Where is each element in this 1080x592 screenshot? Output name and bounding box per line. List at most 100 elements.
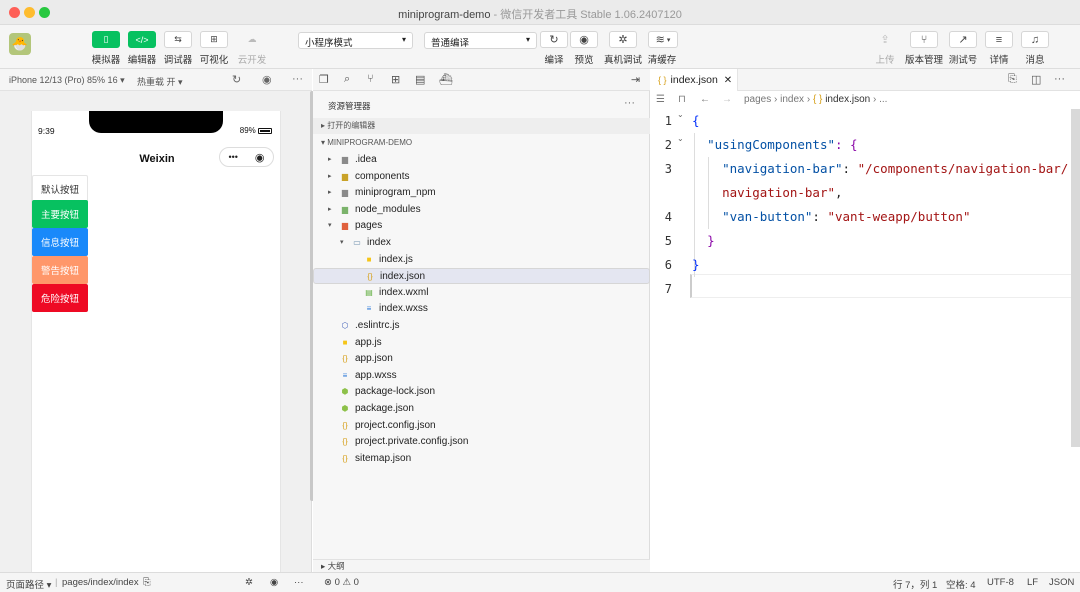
file-tree-item[interactable]: ⬢ package.json <box>313 401 650 417</box>
file-tree-item[interactable]: ⬢ package-lock.json <box>313 384 650 400</box>
copy-icon[interactable]: ⎘ <box>143 577 151 588</box>
window-title: miniprogram-demo - 微信开发者工具 Stable 1.06.2… <box>0 6 1080 22</box>
compile-select[interactable]: 普通编译 ▾ <box>424 32 537 49</box>
bookmark-icon[interactable]: ⊓ <box>678 91 686 109</box>
breadcrumb-file[interactable]: index.json <box>825 94 870 105</box>
language-mode[interactable]: JSON <box>1049 577 1074 588</box>
list-icon[interactable]: ☰ <box>656 91 665 109</box>
editor-scrollbar[interactable] <box>1071 109 1080 447</box>
mode-select[interactable]: 小程序模式 ▾ <box>298 32 413 49</box>
visual-toggle-button[interactable]: ⊞ <box>200 31 228 48</box>
collapse-panel-icon[interactable]: ⇥ <box>631 73 640 86</box>
file-tree-item[interactable]: ▸ ▆ components <box>313 169 650 185</box>
code-line-5: } <box>692 229 715 253</box>
cloud-dev-button[interactable]: ☁ <box>238 31 266 48</box>
user-avatar[interactable]: 🐣 <box>9 33 31 55</box>
chevron-right-icon[interactable]: ▸ <box>328 152 332 168</box>
file-tree-item[interactable]: {} project.config.json <box>313 418 650 434</box>
docker-icon[interactable]: ⛴ <box>439 73 453 86</box>
details-button[interactable]: ≡ <box>985 31 1013 48</box>
split-editor-icon[interactable]: ◫ <box>1031 73 1041 86</box>
js-file-icon: ■ <box>342 337 348 347</box>
code-editor[interactable]: 1 2 3 4 5 6 7 ⌄ ⌄ { "usingComponents": {… <box>650 109 1080 572</box>
preview-button[interactable]: ◉ <box>570 31 598 48</box>
remote-debug-button[interactable]: ✲ <box>609 31 637 48</box>
file-tree-item[interactable]: ■ app.js <box>313 335 650 351</box>
compile-button[interactable]: ↻ <box>540 31 568 48</box>
bug-icon[interactable]: ✲ <box>245 577 253 588</box>
breadcrumb-pages[interactable]: pages <box>744 94 771 105</box>
file-tree-item[interactable]: ≡ app.wxss <box>313 368 650 384</box>
fold-chevron-icon[interactable]: ⌄ <box>677 110 684 119</box>
file-tree-item[interactable]: ≡ index.wxss <box>313 301 650 317</box>
default-button[interactable]: 默认按钮 <box>32 175 88 203</box>
chevron-right-icon[interactable]: ▸ <box>328 169 332 185</box>
capsule-close-icon[interactable]: ◉ <box>255 151 265 164</box>
file-tree-item[interactable]: ■ index.js <box>313 252 650 268</box>
page-path-select[interactable]: 页面路径 ▾ <box>6 577 51 591</box>
chevron-right-icon[interactable]: ▸ <box>328 202 332 218</box>
file-tree-item[interactable]: ▾ ▆ pages <box>313 218 650 234</box>
file-tree-item[interactable]: ⬡ .eslintrc.js <box>313 318 650 334</box>
indent-setting[interactable]: 空格: 4 <box>946 577 976 591</box>
fold-chevron-icon[interactable]: ⌄ <box>677 134 684 143</box>
danger-button[interactable]: 危险按钮 <box>32 284 88 312</box>
upload-button[interactable]: ⇪ <box>871 31 899 48</box>
extensions-icon[interactable]: ⊞ <box>391 73 400 86</box>
file-tree-item[interactable]: ▸ ▆ miniprogram_npm <box>313 185 650 201</box>
eye-icon[interactable]: ◉ <box>270 577 278 588</box>
encoding-setting[interactable]: UTF-8 <box>987 577 1014 588</box>
file-tree-item[interactable]: {} sitemap.json <box>313 451 650 467</box>
debug-panel-icon[interactable]: ▤ <box>415 73 425 86</box>
search-icon[interactable]: ⌕ <box>344 73 350 86</box>
more-icon[interactable]: ··· <box>294 577 304 588</box>
editor-label: 编辑器 <box>127 55 157 66</box>
simulator-toggle-button[interactable]: ▯ <box>92 31 120 48</box>
problems-indicator[interactable]: ⊗ 0 ⚠ 0 <box>324 577 359 588</box>
tab-index-json[interactable]: { } index.json ✕ <box>650 69 738 91</box>
close-tab-icon[interactable]: ✕ <box>724 75 732 86</box>
cursor-position[interactable]: 行 7，列 1 <box>893 577 937 591</box>
eol-setting[interactable]: LF <box>1027 577 1038 588</box>
back-arrow-icon[interactable]: ← <box>700 91 710 109</box>
hot-reload-select[interactable]: 热重载 开 ▾ <box>137 75 183 88</box>
warning-button[interactable]: 警告按钮 <box>32 256 88 284</box>
file-tree-item[interactable]: {} app.json <box>313 351 650 367</box>
files-icon[interactable]: ❐ <box>319 73 329 86</box>
messages-button[interactable]: ♫ <box>1021 31 1049 48</box>
page-path[interactable]: pages/index/index <box>62 577 139 588</box>
editor-more-icon[interactable]: ··· <box>1054 73 1065 85</box>
outline-section[interactable]: ▸ 大纲 <box>313 559 650 573</box>
refresh-icon[interactable]: ↻ <box>232 73 241 86</box>
capsule-menu[interactable]: ••• ◉ <box>219 147 274 167</box>
clear-cache-button[interactable]: ≋ ▾ <box>648 31 678 48</box>
version-button[interactable]: ⑂ <box>910 31 938 48</box>
chevron-right-icon[interactable]: ▸ <box>328 185 332 201</box>
info-button[interactable]: 信息按钮 <box>32 228 88 256</box>
project-section[interactable]: ▾ MINIPROGRAM-DEMO <box>313 135 650 151</box>
breadcrumb-more[interactable]: ... <box>879 94 887 105</box>
primary-button[interactable]: 主要按钮 <box>32 200 88 228</box>
explorer-more-icon[interactable]: ··· <box>624 97 635 109</box>
debugger-toggle-button[interactable]: ⇆ <box>164 31 192 48</box>
editor-toggle-button[interactable]: </> <box>128 31 156 48</box>
chevron-down-icon[interactable]: ▾ <box>340 235 344 251</box>
open-editors-section[interactable]: ▸ 打开的编辑器 <box>313 118 650 134</box>
more-dots-icon[interactable]: ••• <box>228 152 237 162</box>
file-tree-item[interactable]: {} project.private.config.json <box>313 434 650 450</box>
stop-icon[interactable]: ◉ <box>262 73 272 86</box>
file-tree-item[interactable]: ▸ ▆ .idea <box>313 152 650 168</box>
file-tree-item[interactable]: {} index.json <box>313 268 650 285</box>
chevron-down-icon[interactable]: ▾ <box>328 218 332 234</box>
file-tree-item[interactable]: ▸ ▆ node_modules <box>313 202 650 218</box>
device-select[interactable]: iPhone 12/13 (Pro) 85% 16 ▾ <box>9 75 125 86</box>
source-control-icon[interactable]: ⑂ <box>367 73 374 85</box>
test-account-button[interactable]: ↗ <box>949 31 977 48</box>
file-name: sitemap.json <box>355 452 412 464</box>
forward-arrow-icon[interactable]: → <box>722 91 732 109</box>
file-tree-item[interactable]: ▾ ▭ index <box>313 235 650 251</box>
file-tree-item[interactable]: ▤ index.wxml <box>313 285 650 301</box>
breadcrumb-index[interactable]: index <box>780 94 804 105</box>
open-preview-icon[interactable]: ⎘ <box>1008 73 1017 86</box>
more-icon[interactable]: ··· <box>292 73 303 85</box>
